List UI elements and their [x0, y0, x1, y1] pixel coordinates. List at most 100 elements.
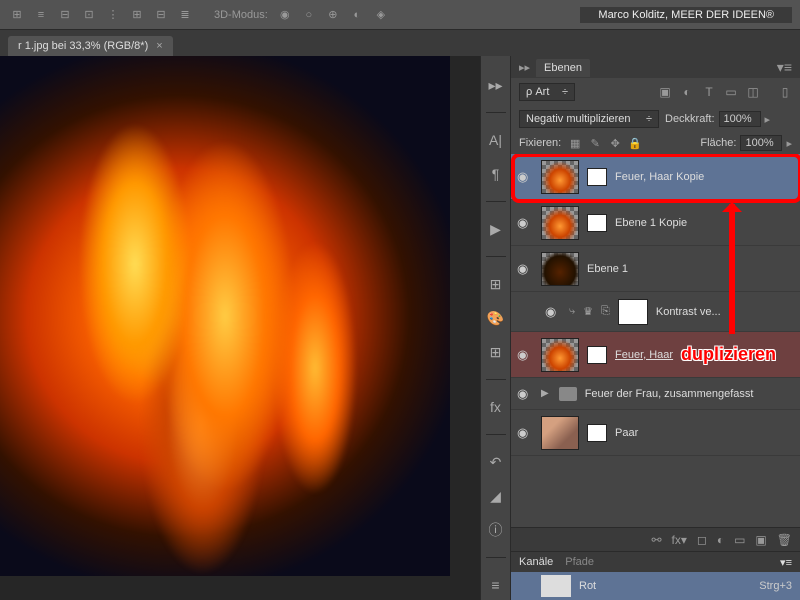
3d-icon[interactable]: ◉ [276, 6, 294, 24]
layer-thumbnail[interactable] [541, 338, 579, 372]
channel-thumbnail[interactable] [541, 575, 571, 597]
fx-icon[interactable]: fx [487, 398, 505, 416]
filter-shape-icon[interactable]: ▭ [724, 85, 738, 99]
collapse-icon[interactable]: ▸▸ [519, 61, 530, 74]
play-icon[interactable]: ▶ [487, 220, 505, 238]
history-icon[interactable]: ↶ [487, 453, 505, 471]
layer-name[interactable]: Ebene 1 Kopie [615, 217, 794, 229]
filter-adjust-icon[interactable]: ◐ [680, 85, 694, 99]
visibility-icon[interactable]: ◉ [517, 425, 533, 441]
link-layers-icon[interactable]: ⚯ [651, 533, 661, 547]
align-icon[interactable]: ⊟ [56, 6, 74, 24]
info-icon[interactable]: ⓘ [487, 521, 505, 539]
channels-tab[interactable]: Kanäle [519, 556, 553, 568]
link-icon: ⎘ [601, 305, 610, 318]
channel-shortcut: Strg+3 [759, 580, 792, 592]
layer-name[interactable]: Ebene 1 [587, 263, 794, 275]
layer-row[interactable]: ◉ Feuer, Haar [511, 332, 800, 378]
layer-thumbnail[interactable] [541, 160, 579, 194]
panel-menu-icon[interactable]: ▾≡ [780, 556, 792, 569]
chevron-icon[interactable]: ▸ [765, 113, 771, 126]
align-icon[interactable]: ≡ [32, 6, 50, 24]
layer-name[interactable]: Feuer, Haar Kopie [615, 171, 794, 183]
lock-transparency-icon[interactable]: ▦ [567, 135, 583, 151]
filter-smart-icon[interactable]: ◫ [746, 85, 760, 99]
brush-icon[interactable]: ◢ [487, 487, 505, 505]
layer-mask[interactable] [587, 168, 607, 186]
adjustment-icon[interactable]: ◐ [717, 533, 724, 547]
layer-thumbnail[interactable] [541, 416, 579, 450]
channel-row[interactable]: Rot Strg+3 [511, 572, 800, 600]
layer-name[interactable]: Paar [615, 427, 794, 439]
filter-type-icon[interactable]: T [702, 85, 716, 99]
swatches-icon[interactable]: ⊞ [487, 275, 505, 293]
folder-icon [559, 387, 577, 401]
layer-row[interactable]: ◉ ▶ Feuer der Frau, zusammengefasst [511, 378, 800, 410]
visibility-icon[interactable]: ◉ [517, 261, 533, 277]
lock-all-icon[interactable]: 🔒 [627, 135, 643, 151]
layers-tab[interactable]: Ebenen [536, 59, 590, 77]
layer-thumbnail[interactable] [618, 299, 648, 325]
3d-icon[interactable]: ◐ [348, 6, 366, 24]
layer-mask[interactable] [587, 214, 607, 232]
layer-row[interactable]: ◉ Feuer, Haar Kopie [511, 154, 800, 200]
panel-icon[interactable]: ▸▸ [487, 76, 505, 94]
lock-paint-icon[interactable]: ✎ [587, 135, 603, 151]
align-icon[interactable]: ⊞ [8, 6, 26, 24]
document-tab[interactable]: r 1.jpg bei 33,3% (RGB/8*) × [8, 36, 173, 56]
align-icon[interactable]: ≣ [176, 6, 194, 24]
visibility-icon[interactable]: ◉ [517, 169, 533, 185]
layer-name[interactable]: Feuer der Frau, zusammengefasst [585, 388, 794, 400]
close-icon[interactable]: × [156, 40, 162, 52]
align-icon[interactable]: ⋮ [104, 6, 122, 24]
mask-icon[interactable]: ◻ [697, 533, 707, 547]
adjustments-icon[interactable]: ≡ [487, 576, 505, 594]
layer-thumbnail[interactable] [541, 252, 579, 286]
visibility-icon[interactable]: ◉ [517, 347, 533, 363]
panel-menu-icon[interactable]: ▾≡ [777, 59, 792, 76]
filter-image-icon[interactable]: ▣ [658, 85, 672, 99]
layer-name[interactable]: Feuer, Haar [615, 349, 794, 361]
layer-row[interactable]: ◉ Paar [511, 410, 800, 456]
3d-icon[interactable]: ⊕ [324, 6, 342, 24]
character-icon[interactable]: A| [487, 131, 505, 149]
group-icon[interactable]: ▭ [734, 533, 745, 547]
channel-name[interactable]: Rot [579, 580, 596, 592]
canvas[interactable] [0, 56, 480, 600]
align-icon[interactable]: ⊞ [128, 6, 146, 24]
layer-row[interactable]: ◉ Ebene 1 [511, 246, 800, 292]
chevron-icon[interactable]: ▸ [786, 137, 792, 150]
trash-icon[interactable]: 🗑 [777, 533, 792, 547]
color-icon[interactable]: 🎨 [487, 309, 505, 327]
filter-kind-dropdown[interactable]: ρ Art÷ [519, 83, 575, 101]
lock-position-icon[interactable]: ✥ [607, 135, 623, 151]
3d-icon[interactable]: ○ [300, 6, 318, 24]
3d-icon[interactable]: ◈ [372, 6, 390, 24]
fx-icon[interactable]: fx▾ [672, 533, 687, 547]
styles-icon[interactable]: ⊞ [487, 343, 505, 361]
visibility-icon[interactable]: ◉ [545, 304, 561, 320]
visibility-icon[interactable]: ◉ [517, 215, 533, 231]
credit-label: Marco Kolditz, MEER DER IDEEN® [580, 7, 792, 23]
opacity-label: Deckkraft: [665, 113, 715, 125]
new-layer-icon[interactable]: ▣ [755, 533, 766, 547]
fill-value[interactable]: 100% [740, 135, 782, 151]
layer-thumbnail[interactable] [541, 206, 579, 240]
paragraph-icon[interactable]: ¶ [487, 165, 505, 183]
layer-row[interactable]: ◉ Ebene 1 Kopie [511, 200, 800, 246]
tab-title: r 1.jpg bei 33,3% (RGB/8*) [18, 40, 148, 52]
layer-row[interactable]: ◉ ⤷ ♛ ⎘ Kontrast ve... [511, 292, 800, 332]
opacity-value[interactable]: 100% [719, 111, 761, 127]
lock-label: Fixieren: [519, 137, 561, 149]
layer-mask[interactable] [587, 424, 607, 442]
fill-label: Fläche: [700, 137, 736, 149]
blend-mode-dropdown[interactable]: Negativ multiplizieren÷ [519, 110, 659, 128]
align-icon[interactable]: ⊟ [152, 6, 170, 24]
align-icon[interactable]: ⊡ [80, 6, 98, 24]
filter-toggle-icon[interactable]: ▯ [778, 85, 792, 99]
layer-name[interactable]: Kontrast ve... [656, 306, 794, 318]
chevron-right-icon[interactable]: ▶ [541, 388, 549, 399]
layer-mask[interactable] [587, 346, 607, 364]
visibility-icon[interactable]: ◉ [517, 386, 533, 402]
paths-tab[interactable]: Pfade [565, 556, 594, 568]
